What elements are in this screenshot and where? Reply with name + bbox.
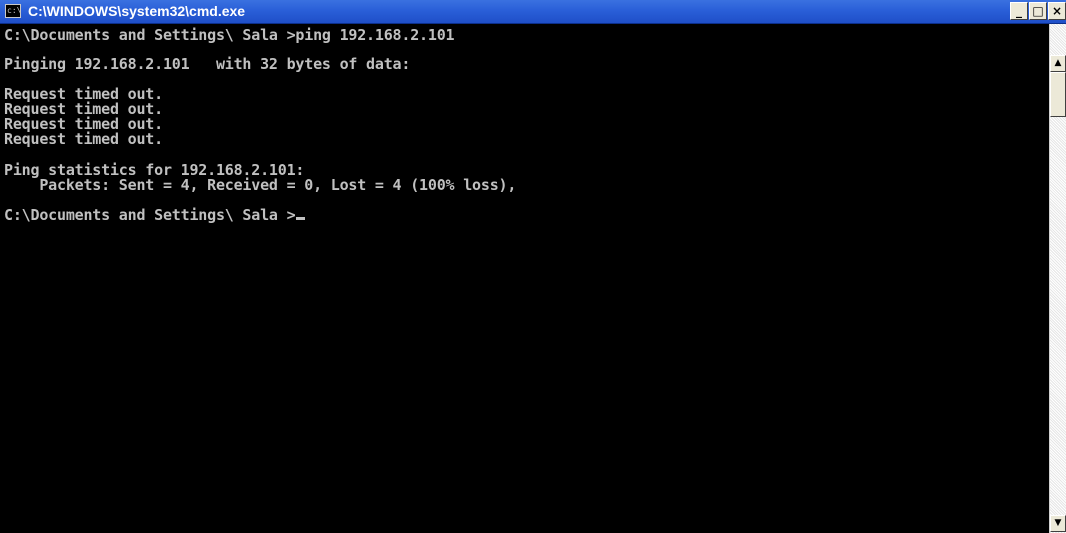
- cmd-icon[interactable]: [5, 4, 21, 18]
- console-line-packets: Packets: Sent = 4, Received = 0, Lost = …: [4, 176, 517, 194]
- title-bar[interactable]: C:\WINDOWS\system32\cmd.exe _ □ ×: [0, 0, 1066, 24]
- scroll-up-arrow-icon[interactable]: ▲: [1050, 55, 1066, 72]
- text-cursor: [296, 217, 306, 220]
- vertical-scrollbar[interactable]: ▲ ▼: [1049, 24, 1066, 533]
- console-line-timeout-4: Request timed out.: [4, 130, 163, 148]
- scroll-thumb[interactable]: [1050, 72, 1066, 117]
- console-output[interactable]: C:\Documents and Settings\ Sala >ping 19…: [0, 24, 1049, 533]
- minimize-button[interactable]: _: [1010, 2, 1028, 20]
- scroll-down-arrow-icon[interactable]: ▼: [1050, 515, 1066, 532]
- console-prompt: C:\Documents and Settings\ Sala >: [4, 206, 296, 224]
- console-line-command: C:\Documents and Settings\ Sala >ping 19…: [4, 26, 455, 44]
- console-prompt-line[interactable]: C:\Documents and Settings\ Sala >: [4, 206, 306, 224]
- console-line-pinging: Pinging 192.168.2.101 with 32 bytes of d…: [4, 55, 411, 73]
- window-title: C:\WINDOWS\system32\cmd.exe: [28, 3, 246, 19]
- close-button[interactable]: ×: [1048, 2, 1066, 20]
- maximize-button[interactable]: □: [1029, 2, 1047, 20]
